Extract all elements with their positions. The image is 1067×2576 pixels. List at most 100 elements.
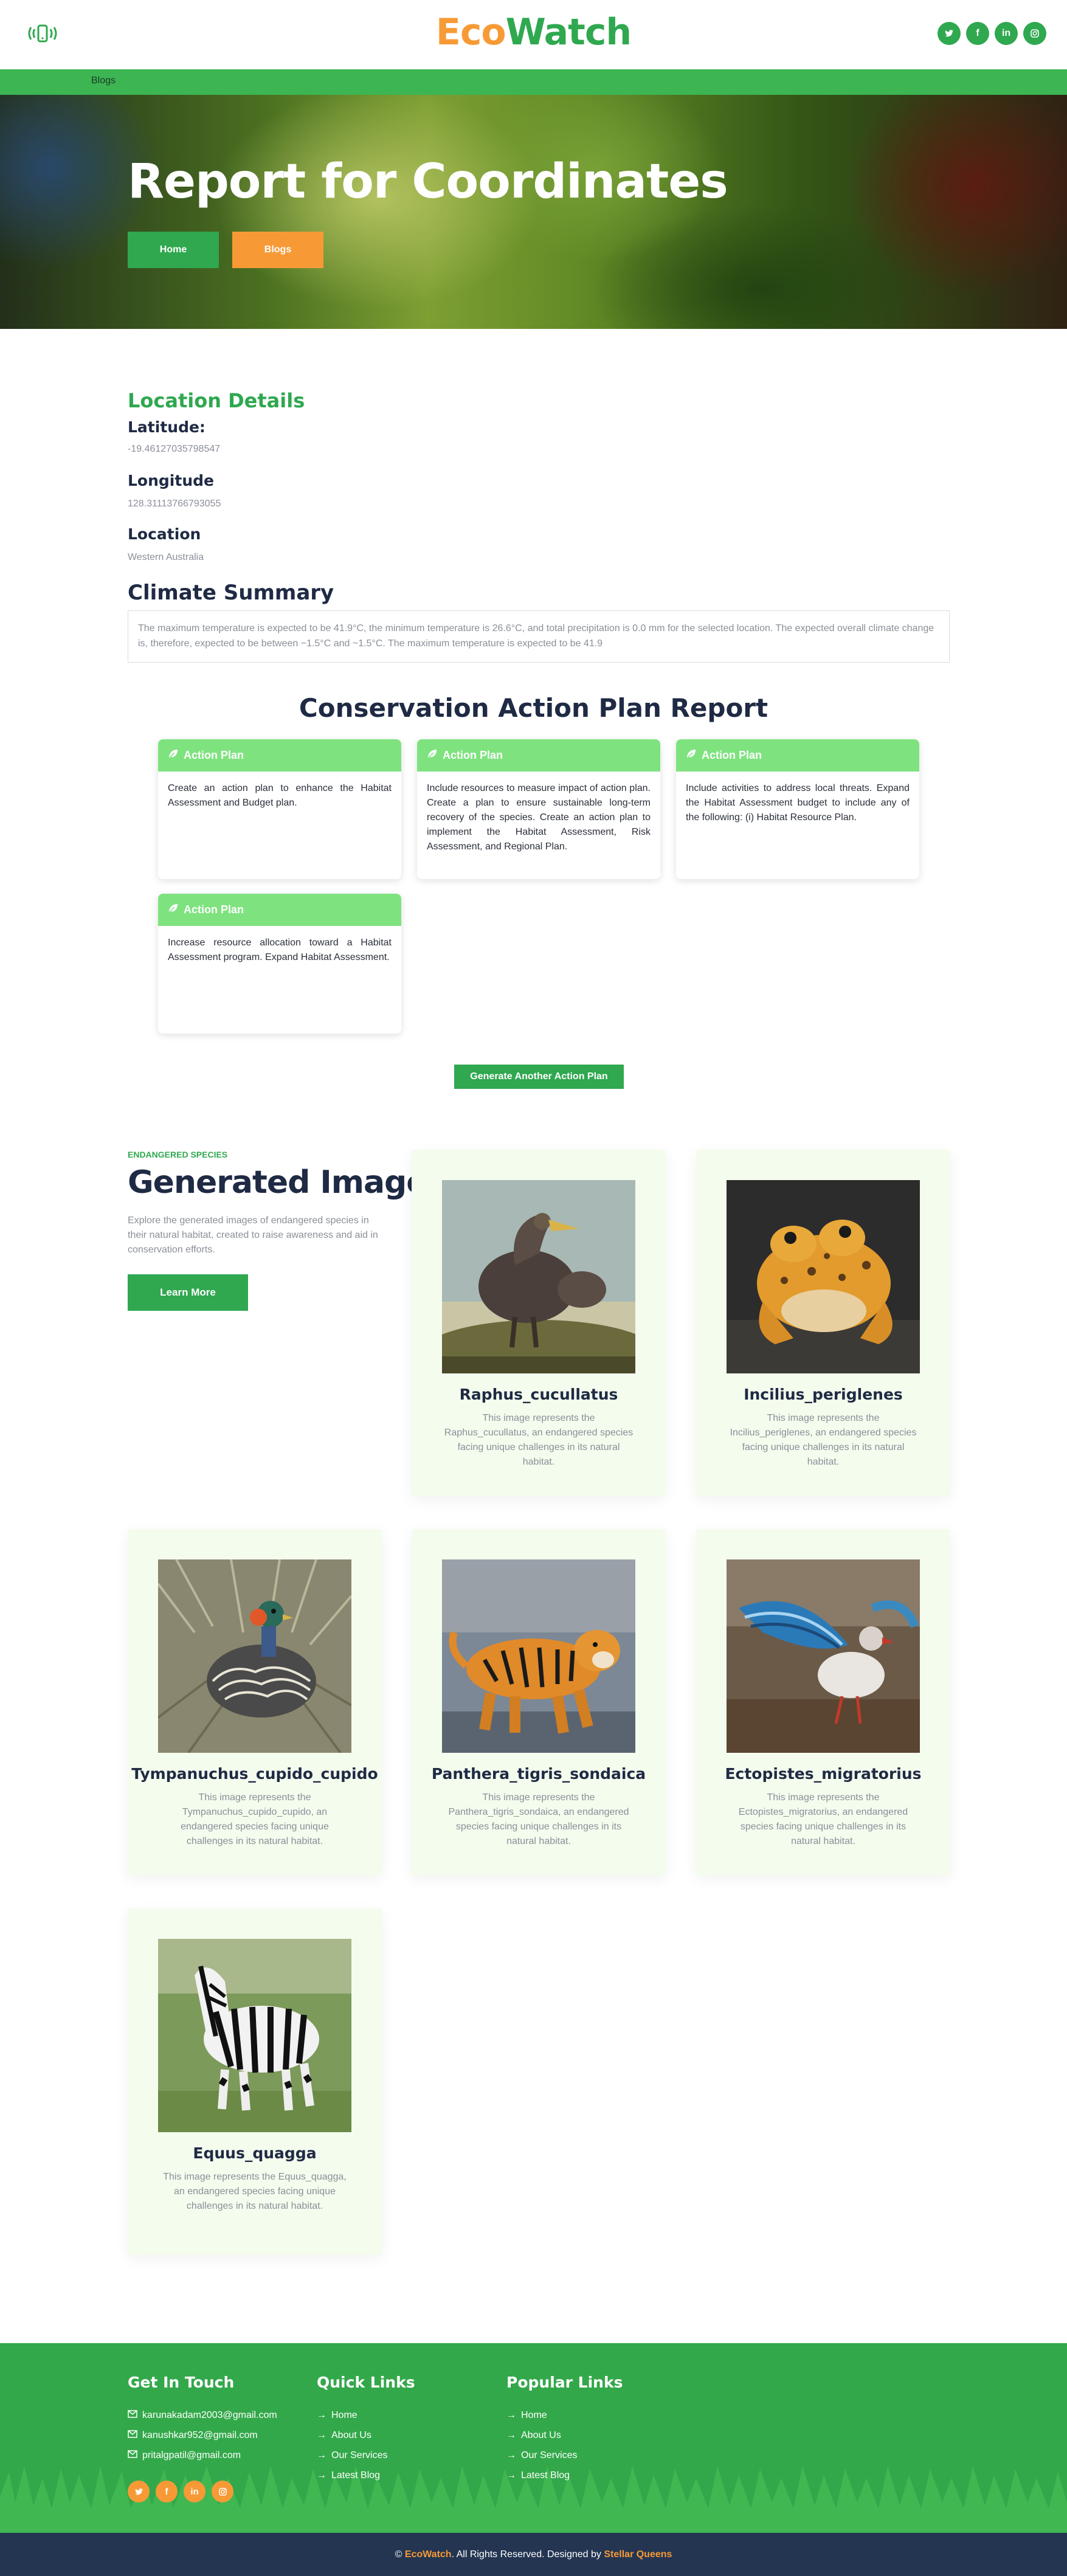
footer-quick-link-label: Our Services — [331, 2450, 388, 2460]
learn-more-button[interactable]: Learn More — [128, 1274, 248, 1311]
twitter-icon[interactable] — [938, 22, 961, 45]
arrow-right-icon: → — [317, 2450, 326, 2460]
endangered-species-tag: ENDANGERED SPECIES — [128, 1150, 228, 1159]
species-description: This image represents the Incilius_perig… — [730, 1413, 917, 1467]
action-plan-text: Increase resource allocation toward a Ha… — [168, 938, 392, 962]
location-label: Location — [128, 525, 201, 543]
footer-email[interactable]: pritalgpatil@gmail.com — [128, 2450, 241, 2461]
species-card[interactable]: Tympanuchus_cupido_cupido This image rep… — [128, 1529, 382, 1876]
footer-email[interactable]: kanushkar952@gmail.com — [128, 2430, 258, 2441]
species-card[interactable]: Equus_quagga This image represents the E… — [128, 1908, 382, 2255]
species-name: Ectopistes_migratorius — [725, 1765, 922, 1783]
copyright-symbol: © — [395, 2549, 402, 2560]
latitude-label: Latitude: — [128, 418, 205, 436]
footer-quick-link-services[interactable]: → Our Services — [317, 2450, 387, 2461]
footer-twitter-icon[interactable] — [128, 2481, 150, 2502]
footer-popular-link-about[interactable]: → About Us — [506, 2430, 561, 2441]
footer-popular-link-label: Home — [521, 2410, 547, 2420]
footer-linkedin-icon[interactable]: in — [184, 2481, 205, 2502]
footer-quick-link-blog[interactable]: → Latest Blog — [317, 2470, 380, 2481]
action-plan-card: Action Plan Include resources to measure… — [417, 739, 660, 879]
species-card[interactable]: Incilius_periglenes This image represent… — [696, 1150, 950, 1496]
arrow-right-icon: → — [506, 2430, 516, 2440]
location-details-title: Location Details — [128, 389, 305, 412]
species-image-prairie-chicken — [158, 1559, 351, 1753]
generated-images-description: Explore the generated images of endanger… — [128, 1215, 378, 1255]
generated-images-title: Generated Images — [128, 1164, 446, 1201]
footer-email[interactable]: karunakadam2003@gmail.com — [128, 2410, 277, 2421]
species-card[interactable]: Ectopistes_migratorius This image repres… — [696, 1529, 950, 1876]
facebook-icon[interactable]: f — [966, 22, 989, 45]
arrow-right-icon: → — [317, 2470, 326, 2481]
location-value: Western Australia — [128, 552, 204, 562]
footer-popular-link-home[interactable]: → Home — [506, 2410, 547, 2421]
species-name: Raphus_cucullatus — [459, 1386, 618, 1403]
arrow-right-icon: → — [506, 2410, 516, 2420]
action-plan-header: Action Plan — [158, 894, 401, 926]
species-card[interactable]: Panthera_tigris_sondaica This image repr… — [412, 1529, 666, 1876]
species-description: This image represents the Panthera_tigri… — [448, 1792, 629, 1846]
footer-email-text: kanushkar952@gmail.com — [142, 2430, 258, 2440]
footer-facebook-icon[interactable]: f — [156, 2481, 178, 2502]
footer-quick-link-label: Home — [331, 2410, 357, 2420]
footer-instagram-icon[interactable] — [212, 2481, 233, 2502]
climate-summary-text: The maximum temperature is expected to b… — [128, 610, 950, 663]
footer-popular-link-label: Our Services — [521, 2450, 578, 2460]
action-plan-card: Action Plan Increase resource allocation… — [158, 894, 401, 1034]
action-plan-header: Action Plan — [676, 739, 919, 772]
hero-blogs-button[interactable]: Blogs — [232, 232, 323, 268]
copyright-bar: © EcoWatch. All Rights Reserved. Designe… — [0, 2533, 1067, 2576]
action-plan-text: Create an action plan to enhance the Hab… — [168, 783, 392, 808]
action-plan-text: Include resources to measure impact of a… — [427, 783, 651, 852]
footer-quick-links-title: Quick Links — [317, 2374, 415, 2391]
longitude-label: Longitude — [128, 472, 214, 489]
action-plan-header: Action Plan — [158, 739, 401, 772]
footer-quick-link-about[interactable]: → About Us — [317, 2430, 371, 2441]
arrow-right-icon: → — [317, 2430, 326, 2440]
action-plan-card: Action Plan Create an action plan to enh… — [158, 739, 401, 879]
species-card[interactable]: Raphus_cucullatus This image represents … — [412, 1150, 666, 1496]
leaf-icon — [686, 748, 697, 762]
footer-popular-link-label: About Us — [521, 2430, 561, 2440]
hero-banner: Report for Coordinates Home Blogs — [0, 95, 1067, 329]
footer-quick-link-home[interactable]: → Home — [317, 2410, 357, 2421]
generate-action-plan-button[interactable]: Generate Another Action Plan — [454, 1065, 624, 1089]
action-plan-label: Action Plan — [184, 903, 244, 916]
site-footer: Get In Touch karunakadam2003@gmail.com k… — [0, 2343, 1067, 2533]
header-socials: f in — [938, 22, 1046, 45]
footer-popular-link-blog[interactable]: → Latest Blog — [506, 2470, 570, 2481]
instagram-icon[interactable] — [1023, 22, 1046, 45]
copyright-designer[interactable]: Stellar Queens — [604, 2549, 672, 2560]
envelope-icon — [128, 2430, 137, 2441]
species-image-zebra — [158, 1939, 351, 2132]
species-image-toad — [727, 1180, 920, 1373]
climate-summary-title: Climate Summary — [128, 581, 334, 605]
envelope-icon — [128, 2410, 137, 2421]
action-plan-card: Action Plan Include activities to addres… — [676, 739, 919, 879]
footer-email-text: pritalgpatil@gmail.com — [142, 2450, 241, 2460]
species-image-passenger-pigeon — [727, 1559, 920, 1753]
action-plan-label: Action Plan — [184, 749, 244, 761]
arrow-right-icon: → — [506, 2450, 516, 2460]
species-image-tiger — [442, 1559, 635, 1753]
leaf-icon — [168, 903, 179, 917]
nav-bar: Blogs — [0, 69, 1067, 95]
leaf-icon — [427, 748, 438, 762]
footer-popular-links-title: Popular Links — [506, 2374, 623, 2391]
action-plan-title: Conservation Action Plan Report — [299, 693, 768, 723]
copyright-brand[interactable]: EcoWatch — [405, 2549, 452, 2560]
action-plan-header: Action Plan — [417, 739, 660, 772]
site-header: EcoWatch f in — [0, 0, 1067, 69]
linkedin-icon[interactable]: in — [995, 22, 1018, 45]
arrow-right-icon: → — [317, 2410, 326, 2420]
hero-title: Report for Coordinates — [128, 154, 728, 209]
footer-contact-title: Get In Touch — [128, 2374, 235, 2391]
longitude-value: 128.31113766793055 — [128, 499, 221, 509]
hero-overlay — [0, 95, 1067, 329]
footer-popular-link-services[interactable]: → Our Services — [506, 2450, 577, 2461]
action-plan-label: Action Plan — [443, 749, 503, 761]
leaf-icon — [168, 748, 179, 762]
brand-logo[interactable]: EcoWatch — [0, 11, 1067, 54]
nav-link-blogs[interactable]: Blogs — [91, 75, 116, 86]
hero-home-button[interactable]: Home — [128, 232, 219, 268]
